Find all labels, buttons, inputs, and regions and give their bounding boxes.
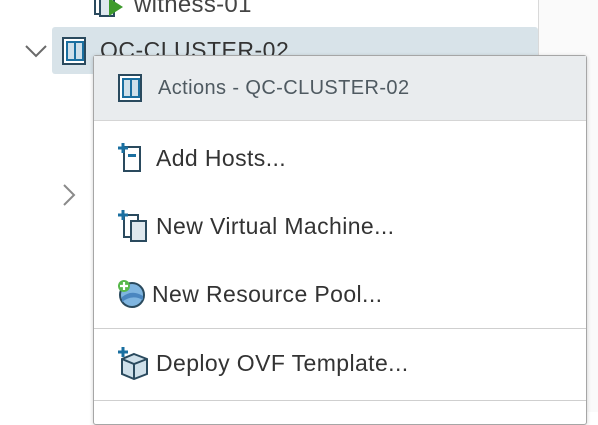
chevron-down-icon[interactable] bbox=[22, 41, 50, 61]
menu-item-label: Add Hosts... bbox=[156, 144, 287, 171]
menu-item-new-resource-pool[interactable]: New Resource Pool... bbox=[94, 264, 586, 324]
deploy-ovf-icon bbox=[118, 346, 152, 380]
cluster-icon bbox=[60, 35, 92, 67]
menu-item-label: New Virtual Machine... bbox=[156, 212, 395, 239]
chevron-right-icon[interactable] bbox=[59, 181, 79, 209]
menu-header-title: Actions - QC-CLUSTER-02 bbox=[158, 76, 410, 99]
menu-item-deploy-ovf[interactable]: Deploy OVF Template... bbox=[94, 333, 586, 393]
add-host-icon bbox=[118, 142, 152, 174]
tree-node-label: witness-01 bbox=[134, 0, 252, 18]
menu-item-add-hosts[interactable]: Add Hosts... bbox=[94, 128, 586, 188]
cluster-icon bbox=[116, 72, 148, 104]
new-vm-icon bbox=[118, 209, 152, 243]
menu-separator bbox=[94, 400, 586, 401]
menu-item-label: Deploy OVF Template... bbox=[156, 349, 409, 376]
menu-separator bbox=[94, 328, 586, 329]
tree-node-witness[interactable]: witness-01 bbox=[92, 0, 252, 22]
menu-item-new-vm[interactable]: New Virtual Machine... bbox=[94, 196, 586, 256]
resource-pool-icon bbox=[115, 278, 149, 310]
menu-header: Actions - QC-CLUSTER-02 bbox=[94, 56, 586, 121]
menu-item-label: New Resource Pool... bbox=[152, 280, 383, 307]
vm-running-icon bbox=[92, 0, 126, 20]
actions-context-menu: Actions - QC-CLUSTER-02 Add Hosts... New… bbox=[93, 55, 587, 425]
